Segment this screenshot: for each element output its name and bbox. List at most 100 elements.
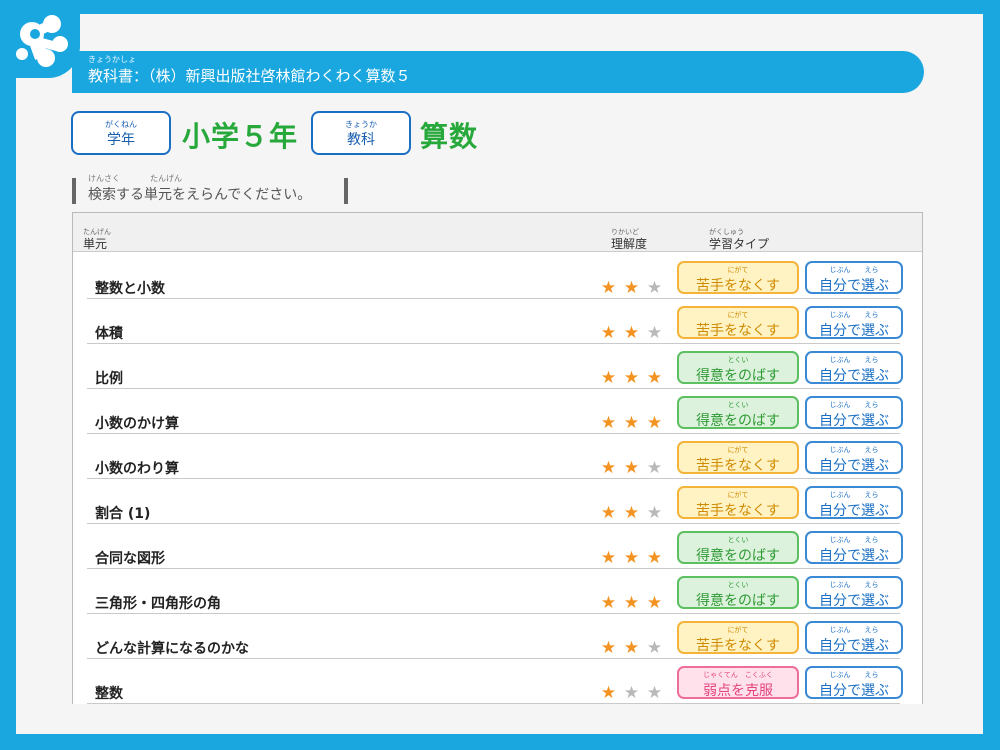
study-type-label: 弱点を克服 <box>703 683 773 699</box>
self-select-ruby: じぶん えら <box>829 536 879 544</box>
study-type-ruby: とくい <box>727 356 749 364</box>
understanding-stars: ★ ★ ★ <box>597 548 666 567</box>
table-row[interactable]: 体積 ★ ★ ★ にがて 苦手をなくす じぶん えら 自分で選ぶ <box>87 298 903 344</box>
study-type-label: 苦手をなくす <box>696 323 780 339</box>
self-select-ruby: じぶん えら <box>829 311 879 319</box>
study-type-button-nigate[interactable]: にがて 苦手をなくす <box>677 261 799 294</box>
self-select-button[interactable]: じぶん えら自分で選ぶ <box>805 486 903 519</box>
study-type-label: 得意をのばす <box>696 593 780 609</box>
star-icon: ★ <box>600 323 617 343</box>
col-type-header: がくしゅう 学習タイプ <box>709 228 770 252</box>
table-row[interactable]: どんな計算になるのかな ★ ★ ★ にがて 苦手をなくす じぶん えら 自分で選ぶ <box>87 613 903 659</box>
self-select-button[interactable]: じぶん えら 自分で選ぶ <box>805 621 903 654</box>
star-icon: ★ <box>623 638 640 658</box>
star-icon: ★ <box>600 593 617 613</box>
unit-name: 小数のかけ算 <box>95 416 179 432</box>
self-select-label: 自分で選ぶ <box>819 458 889 474</box>
self-select-label: 自分で選ぶ <box>819 638 889 654</box>
table-row[interactable]: 合同な図形 ★ ★ ★ とくい 得意をのばす じぶん えら 自分で選ぶ <box>87 523 903 569</box>
unit-name: 割合 (1) <box>95 506 151 522</box>
study-type-button-nigate[interactable]: にがて 苦手をなくす <box>677 441 799 474</box>
study-type-button-jaku[interactable]: じゃくてん こくふく 弱点を克服 <box>677 666 799 699</box>
study-type-ruby: にがて <box>727 626 749 634</box>
star-icon: ★ <box>623 503 640 523</box>
study-type-button-tokui[interactable]: とくい 得意をのばす <box>677 351 799 384</box>
self-select-button[interactable]: じぶん えら 自分で選ぶ <box>805 666 903 699</box>
star-icon: ★ <box>623 458 640 478</box>
self-select-ruby: じぶん えら <box>829 671 879 679</box>
self-select-ruby: じぶん えら <box>829 581 879 589</box>
study-type-ruby: にがて <box>727 311 749 319</box>
table-row[interactable]: 比例 ★ ★ ★ とくい 得意をのばす じぶん えら 自分で選ぶ <box>87 343 903 389</box>
subject-button[interactable]: きょうか 教科 <box>311 111 411 155</box>
star-icon: ★ <box>600 503 617 523</box>
self-select-button[interactable]: じぶん えら 自分で選ぶ <box>805 396 903 429</box>
molecule-logo-icon <box>16 15 68 67</box>
subject-value: 算数 <box>420 120 479 153</box>
table-row[interactable]: 割合 (1) ★ ★ ★ にがて 苦手をなくす じぶん えら 自分で選ぶ <box>87 478 903 524</box>
self-select-ruby: じぶん えら <box>829 446 879 454</box>
study-type-button-tokui[interactable]: とくい 得意をのばす <box>677 531 799 564</box>
star-icon: ★ <box>646 413 663 433</box>
understanding-stars: ★ ★ ★ <box>597 323 666 342</box>
star-icon: ★ <box>600 278 617 298</box>
textbook-ruby: きょうかしょ <box>88 55 136 64</box>
table-row[interactable]: 小数のわり算 ★ ★ ★ にがて 苦手をなくす じぶん えら 自分で選ぶ <box>87 433 903 479</box>
understanding-stars: ★ ★ ★ <box>597 503 666 522</box>
study-type-button-tokui[interactable]: とくい 得意をのばす <box>677 576 799 609</box>
table-row[interactable]: 整数と小数 ★ ★ ★ にがて 苦手をなくす じぶん えら 自分で選ぶ <box>87 253 903 299</box>
self-select-button[interactable]: じぶん えら 自分で選ぶ <box>805 261 903 294</box>
self-select-button[interactable]: じぶん えら自分で選ぶ <box>805 306 903 339</box>
self-select-button[interactable]: じぶん えら自分で選ぶ <box>805 441 903 474</box>
unit-name: 三角形・四角形の角 <box>95 596 221 612</box>
star-icon: ★ <box>646 593 663 613</box>
self-select-label: 自分で選ぶ <box>819 503 889 519</box>
self-select-ruby: じぶん えら <box>829 491 879 499</box>
unit-name: 合同な図形 <box>95 551 165 567</box>
self-select-button[interactable]: じぶん えら 自分で選ぶ <box>805 531 903 564</box>
understanding-stars: ★ ★ ★ <box>597 413 666 432</box>
unit-table: たんげん 単元 りかいど 理解度 がくしゅう 学習タイプ 整数と小数 ★ ★ ★ にがて… <box>72 212 923 704</box>
study-type-ruby: にがて <box>727 491 749 499</box>
star-icon: ★ <box>623 548 640 568</box>
understanding-stars: ★ ★ ★ <box>597 683 666 702</box>
table-row[interactable]: 整数 ★ ★ ★ じゃくてん こくふく 弱点を克服 じぶん えら 自分で選ぶ <box>87 658 903 704</box>
col-unit-ruby: たんげん <box>83 228 111 236</box>
table-row[interactable]: 三角形・四角形の角 ★ ★ ★ とくい 得意をのばす じぶん えら 自分で選ぶ <box>87 568 903 614</box>
search-prompt-box: けんさく たんげん 検索する単元をえらんでください。 <box>72 174 348 204</box>
self-select-button[interactable]: じぶん えら 自分で選ぶ <box>805 351 903 384</box>
understanding-stars: ★ ★ ★ <box>597 593 666 612</box>
study-type-ruby: にがて <box>727 266 749 274</box>
textbook-header: きょうかしょ 教科書：（株）新興出版社啓林館わくわく算数５ <box>72 51 924 93</box>
study-type-button-nigate[interactable]: にがて 苦手をなくす <box>677 306 799 339</box>
col-understanding-label: 理解度 <box>611 237 648 251</box>
star-icon: ★ <box>646 458 663 478</box>
self-select-ruby: じぶん えら <box>829 266 879 274</box>
search-ruby-kensaku: けんさく <box>88 174 120 183</box>
unit-name: どんな計算になるのかな <box>95 641 249 657</box>
study-type-button-tokui[interactable]: とくい 得意をのばす <box>677 396 799 429</box>
self-select-label: 自分で選ぶ <box>819 323 889 339</box>
study-type-ruby: にがて <box>727 446 749 454</box>
unit-name: 整数と小数 <box>95 281 165 297</box>
grade-button[interactable]: がくねん 学年 <box>71 111 171 155</box>
table-row[interactable]: 小数のかけ算 ★ ★ ★ とくい 得意をのばす じぶん えら 自分で選ぶ <box>87 388 903 434</box>
star-icon: ★ <box>623 278 640 298</box>
col-unit-label: 単元 <box>83 237 108 251</box>
star-icon: ★ <box>600 548 617 568</box>
self-select-button[interactable]: じぶん えら自分で選ぶ <box>805 576 903 609</box>
study-type-button-nigate[interactable]: にがて 苦手をなくす <box>677 486 799 519</box>
self-select-label: 自分で選ぶ <box>819 593 889 609</box>
textbook-label: 教科書：（株）新興出版社啓林館わくわく算数５ <box>88 67 411 85</box>
table-header: たんげん 単元 りかいど 理解度 がくしゅう 学習タイプ <box>73 213 922 252</box>
star-icon: ★ <box>600 368 617 388</box>
study-type-label: 得意をのばす <box>696 548 780 564</box>
study-type-ruby: とくい <box>727 401 749 409</box>
unit-name: 比例 <box>95 371 123 387</box>
grade-value: 小学５年 <box>182 120 299 153</box>
col-type-label: 学習タイプ <box>709 237 770 251</box>
study-type-button-nigate[interactable]: にがて 苦手をなくす <box>677 621 799 654</box>
app-logo[interactable] <box>4 6 80 78</box>
col-understanding-header: りかいど 理解度 <box>611 228 648 252</box>
study-type-label: 苦手をなくす <box>696 503 780 519</box>
